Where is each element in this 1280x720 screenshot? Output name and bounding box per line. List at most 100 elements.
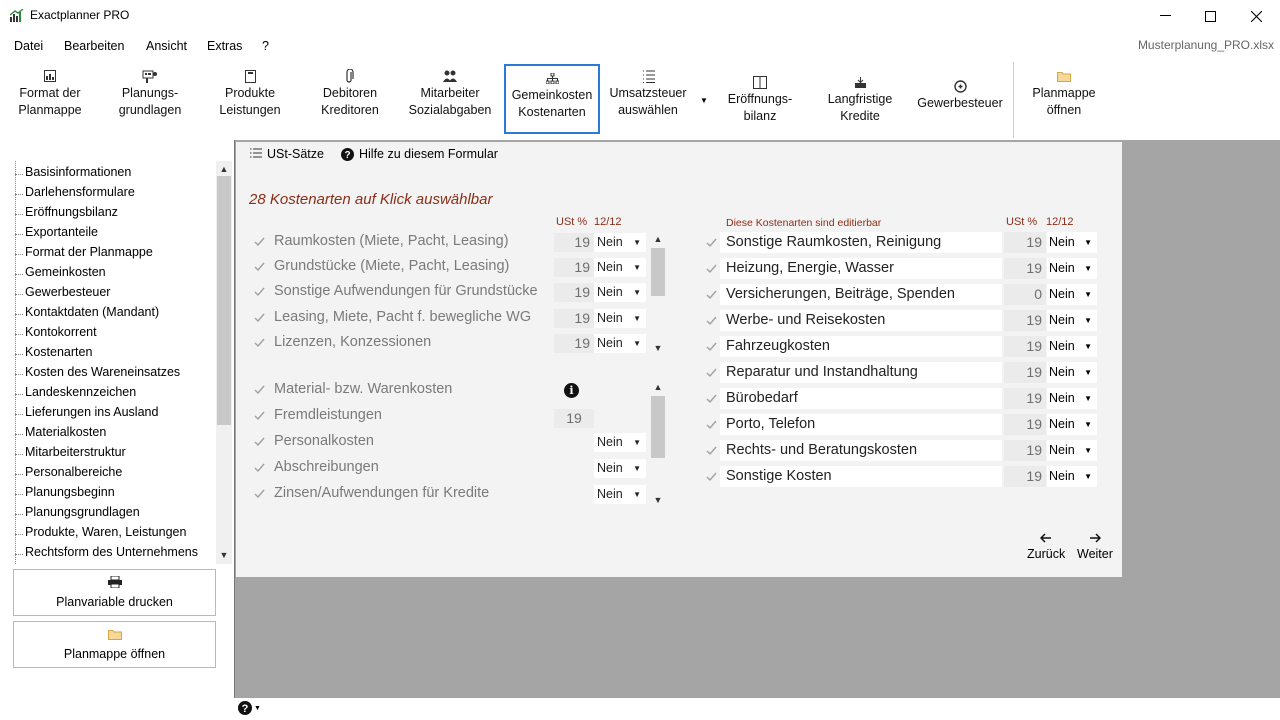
tree-scroll-thumb[interactable] — [217, 176, 231, 425]
editable-cost-checkbox[interactable] — [705, 392, 718, 405]
tree-item[interactable]: Gewerbesteuer — [25, 285, 110, 299]
editable-cost-checkbox[interactable] — [705, 236, 718, 249]
period-select[interactable]: Nein ▼ — [594, 433, 646, 452]
period-select[interactable]: Nein ▼ — [1047, 310, 1097, 331]
group1-scroll-thumb[interactable] — [651, 248, 665, 296]
period-select[interactable]: Nein ▼ — [1047, 388, 1097, 409]
cost-checkbox[interactable] — [253, 435, 266, 448]
ust-value[interactable]: 19 — [1004, 258, 1046, 279]
cost-checkbox[interactable] — [253, 235, 266, 248]
cost-checkbox[interactable] — [253, 336, 266, 349]
open-planmappe-button[interactable]: Planmappe öffnen — [13, 621, 216, 668]
help-button[interactable]: ? Hilfe zu diesem Formular — [341, 147, 498, 161]
cost-checkbox[interactable] — [253, 260, 266, 273]
ust-value[interactable]: 0 — [1004, 284, 1046, 305]
ribbon-umsatzsteuer[interactable]: Umsatzsteuer auswählen — [604, 64, 692, 130]
group2-scroll-thumb[interactable] — [651, 396, 665, 458]
tree-item[interactable]: Mitarbeiterstruktur — [25, 445, 126, 459]
tree-item[interactable]: Materialkosten — [25, 425, 106, 439]
menu-help[interactable]: ? — [262, 39, 269, 53]
period-select[interactable]: Nein ▼ — [594, 258, 646, 278]
group1-scroll-down-icon[interactable]: ▼ — [651, 343, 665, 353]
tree-item[interactable]: Planungsgrundlagen — [25, 505, 140, 519]
tree-scroll-down-icon[interactable]: ▼ — [217, 550, 231, 560]
editable-cost-input[interactable]: Versicherungen, Beiträge, Spenden — [720, 284, 1002, 305]
cost-checkbox[interactable] — [253, 311, 266, 324]
cost-checkbox[interactable] — [253, 409, 266, 422]
editable-cost-input[interactable]: Sonstige Raumkosten, Reinigung — [720, 232, 1002, 253]
period-select[interactable]: Nein ▼ — [594, 333, 646, 353]
menu-extras[interactable]: Extras — [207, 39, 242, 53]
editable-cost-input[interactable]: Werbe- und Reisekosten — [720, 310, 1002, 331]
period-select[interactable]: Nein ▼ — [1047, 258, 1097, 279]
ribbon-gewerbesteuer[interactable]: Gewerbesteuer — [912, 74, 1008, 140]
print-button[interactable]: Planvariable drucken — [13, 569, 216, 616]
editable-cost-checkbox[interactable] — [705, 444, 718, 457]
menu-bearbeiten[interactable]: Bearbeiten — [64, 39, 124, 53]
editable-cost-input[interactable]: Reparatur und Instandhaltung — [720, 362, 1002, 383]
period-select[interactable]: Nein ▼ — [594, 233, 646, 252]
cost-checkbox[interactable] — [253, 487, 266, 500]
tree-item[interactable]: Darlehensformulare — [25, 185, 135, 199]
editable-cost-checkbox[interactable] — [705, 262, 718, 275]
cost-checkbox[interactable] — [253, 383, 266, 396]
editable-cost-checkbox[interactable] — [705, 288, 718, 301]
period-select[interactable]: Nein ▼ — [594, 283, 646, 303]
ust-value[interactable]: 19 — [1004, 440, 1046, 461]
period-select[interactable]: Nein ▼ — [1047, 232, 1097, 253]
ust-value[interactable]: 19 — [1004, 362, 1046, 383]
tree-item[interactable]: Rechtsform des Unternehmens — [25, 545, 198, 559]
editable-cost-input[interactable]: Rechts- und Beratungskosten — [720, 440, 1002, 461]
maximize-button[interactable] — [1187, 0, 1233, 32]
ribbon-planungsgrundlagen[interactable]: Planungs- grundlagen — [106, 64, 194, 130]
ust-value[interactable]: 19 — [1004, 336, 1046, 357]
ust-saetze-button[interactable]: USt-Sätze — [250, 147, 324, 161]
tree-item[interactable]: Kostenarten — [25, 345, 92, 359]
ribbon-debitoren-kreditoren[interactable]: Debitoren Kreditoren — [306, 64, 394, 130]
ribbon-eroeffnungsbilanz[interactable]: Eröffnungs- bilanz — [714, 70, 806, 136]
ribbon-langfristige-kredite[interactable]: Langfristige Kredite — [816, 70, 904, 136]
tree-item[interactable]: Format der Planmappe — [25, 245, 153, 259]
editable-cost-input[interactable]: Bürobedarf — [720, 388, 1002, 409]
ribbon-planmappe-oeffnen[interactable]: Planmappe öffnen — [1020, 64, 1108, 130]
tree-item[interactable]: Kontokorrent — [25, 325, 97, 339]
ust-value[interactable]: 19 — [1004, 310, 1046, 331]
period-select[interactable]: Nein ▼ — [594, 459, 646, 478]
editable-cost-checkbox[interactable] — [705, 314, 718, 327]
umsatzsteuer-dropdown-icon[interactable]: ▼ — [700, 96, 708, 105]
period-select[interactable]: Nein ▼ — [1047, 440, 1097, 461]
help-menu-button[interactable]: ? ▼ — [238, 701, 261, 715]
tree-item[interactable]: Produkte, Waren, Leistungen — [25, 525, 186, 539]
period-select[interactable]: Nein ▼ — [1047, 466, 1097, 487]
period-select[interactable]: Nein ▼ — [594, 308, 646, 328]
editable-cost-input[interactable]: Heizung, Energie, Wasser — [720, 258, 1002, 279]
tree-item[interactable]: Exportanteile — [25, 225, 98, 239]
tree-item[interactable]: Personalbereiche — [25, 465, 122, 479]
period-select[interactable]: Nein ▼ — [1047, 414, 1097, 435]
tree-item[interactable]: Eröffnungsbilanz — [25, 205, 118, 219]
tree-item[interactable]: Gemeinkosten — [25, 265, 106, 279]
editable-cost-checkbox[interactable] — [705, 340, 718, 353]
editable-cost-checkbox[interactable] — [705, 470, 718, 483]
editable-cost-input[interactable]: Porto, Telefon — [720, 414, 1002, 435]
editable-cost-checkbox[interactable] — [705, 366, 718, 379]
menu-ansicht[interactable]: Ansicht — [146, 39, 187, 53]
period-select[interactable]: Nein ▼ — [1047, 284, 1097, 305]
cost-checkbox[interactable] — [253, 461, 266, 474]
ust-value[interactable]: 19 — [1004, 466, 1046, 487]
menu-datei[interactable]: Datei — [14, 39, 43, 53]
tree-scroll-up-icon[interactable]: ▲ — [217, 164, 231, 174]
group2-scroll-up-icon[interactable]: ▲ — [651, 382, 665, 392]
cost-checkbox[interactable] — [253, 285, 266, 298]
ust-value[interactable]: 19 — [1004, 232, 1046, 253]
ust-value[interactable]: 19 — [1004, 414, 1046, 435]
tree-item[interactable]: Lieferungen ins Ausland — [25, 405, 158, 419]
tree-item[interactable]: Landeskennzeichen — [25, 385, 136, 399]
next-button[interactable]: Weiter — [1077, 533, 1113, 561]
period-select[interactable]: Nein ▼ — [1047, 336, 1097, 357]
editable-cost-input[interactable]: Fahrzeugkosten — [720, 336, 1002, 357]
editable-cost-input[interactable]: Sonstige Kosten — [720, 466, 1002, 487]
tree-item[interactable]: Kosten des Wareneinsatzes — [25, 365, 180, 379]
period-select[interactable]: Nein ▼ — [594, 485, 646, 504]
tree-item[interactable]: Planungsbeginn — [25, 485, 115, 499]
